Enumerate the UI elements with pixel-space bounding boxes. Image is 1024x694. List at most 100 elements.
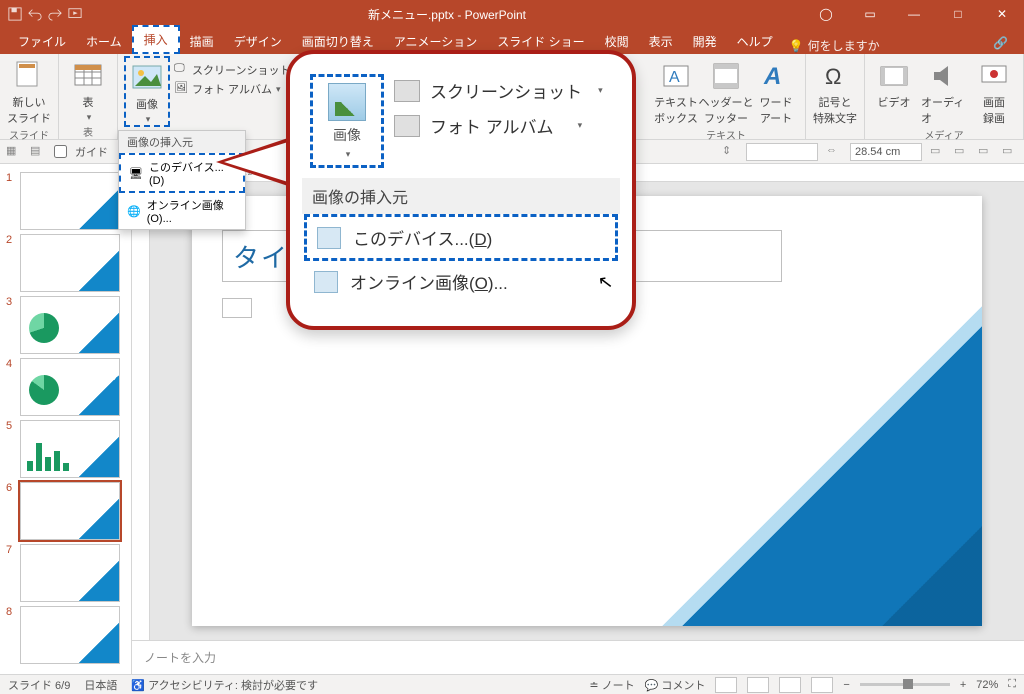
globe-icon: 🌐 [127,205,141,218]
align-icon-2[interactable]: ▭ [954,144,970,160]
group-text: Aテキスト ボックス ヘッダーと フッター Aワード アート テキスト [647,54,806,139]
zoom-level[interactable]: 72% [976,679,998,691]
accessibility-status[interactable]: ♿ アクセシビリティ: 検討が必要です [131,677,318,693]
comments-button[interactable]: 💬 コメント [645,677,706,693]
width-icon: ⇔ [826,144,842,160]
mouse-cursor-icon: ↖ [597,271,615,294]
device-icon: 🖥 [129,167,143,180]
notes-pane[interactable]: ノートを入力 [132,640,1024,674]
title-bar: 新メニュー.pptx - PowerPoint ◯ ▭ — □ ✕ [0,0,1024,28]
group-media: ビデオ オーディオ 画面 録画 メディア [865,54,1024,139]
thumbnail-2[interactable] [20,234,120,292]
reading-view-button[interactable] [779,677,801,693]
tab-help[interactable]: ヘルプ [727,29,783,54]
omega-icon: Ω [819,60,851,92]
screen-recording-button[interactable]: 画面 録画 [971,56,1017,126]
header-footer-button[interactable]: ヘッダーと フッター [703,56,749,126]
sorter-view-button[interactable] [747,677,769,693]
insert-online-pictures[interactable]: 🌐オンライン画像(O)... [119,193,245,229]
screen-recording-icon [978,60,1010,92]
new-slide-button[interactable]: 新しい スライド [6,56,52,126]
fit-to-window[interactable]: ⛶ [1008,678,1016,691]
device-icon [317,227,341,249]
thumbnail-7[interactable] [20,544,120,602]
photo-album-icon: 🖼 [174,81,190,97]
callout-online-pictures[interactable]: オンライン画像(O)... [304,261,618,302]
group-slides: 新しい スライド スライド [0,54,59,139]
save-icon[interactable] [8,7,22,21]
callout-menu-header: 画像の挿入元 [302,178,620,214]
callout-this-device[interactable]: このデバイス...(D) [304,214,618,261]
notes-button[interactable]: ≐ ノート [589,677,634,693]
minimize-button[interactable]: — [892,0,936,28]
wordart-icon: A [760,60,792,92]
textbox-button[interactable]: Aテキスト ボックス [653,56,699,126]
zoom-slider[interactable] [860,683,950,686]
slideshow-view-button[interactable] [811,677,833,693]
thumbnail-1[interactable] [20,172,120,230]
height-input[interactable] [746,143,818,161]
picture-icon [328,83,366,121]
tab-draw[interactable]: 描画 [180,29,224,54]
undo-icon[interactable] [28,7,42,21]
tab-developer[interactable]: 開発 [683,29,727,54]
video-button[interactable]: ビデオ [871,56,917,110]
thumbnail-4[interactable] [20,358,120,416]
close-button[interactable]: ✕ [980,0,1024,28]
table-button[interactable]: 表▾ [65,56,111,123]
thumbnail-8[interactable] [20,606,120,664]
document-title: 新メニュー.pptx - PowerPoint [90,6,804,23]
tell-me[interactable]: 💡何をしますか [789,37,880,54]
callout-picture-button[interactable]: 画像▾ [310,74,384,168]
tab-view[interactable]: 表示 [639,29,683,54]
start-slideshow-icon[interactable] [68,7,82,21]
thumbnail-5[interactable] [20,420,120,478]
thumbnail-3[interactable] [20,296,120,354]
callout-screenshot[interactable]: スクリーンショット▾ [394,78,603,103]
align-icon-4[interactable]: ▭ [1002,144,1018,160]
language-indicator[interactable]: 日本語 [84,677,117,693]
tab-file[interactable]: ファイル [8,29,76,54]
maximize-button[interactable]: □ [936,0,980,28]
wordart-button[interactable]: Aワード アート [753,56,799,126]
grid-icon[interactable]: ▦ [6,144,22,160]
slide-thumbnails: 1 2 3 4 5 6 7 8 [0,164,132,674]
screenshot-button[interactable]: 🖵スクリーンショット▾ [174,62,299,78]
guide-checkbox[interactable] [54,145,67,158]
align-icon-3[interactable]: ▭ [978,144,994,160]
grid-icon-2[interactable]: ▤ [30,144,46,160]
tab-design[interactable]: デザイン [224,29,292,54]
redo-icon[interactable] [48,7,62,21]
align-icon[interactable]: ▭ [930,144,946,160]
photo-album-icon [394,115,420,137]
thumbnail-6[interactable] [20,482,120,540]
symbol-button[interactable]: Ω記号と 特殊文字 [812,56,858,126]
video-icon [878,60,910,92]
share-button[interactable]: 🔗 [985,32,1016,54]
svg-text:A: A [763,63,781,90]
window-controls: ◯ ▭ — □ ✕ [804,0,1024,28]
picture-button[interactable]: 画像▾ [124,56,170,127]
zoom-in[interactable]: + [960,679,966,691]
account-icon[interactable]: ◯ [804,0,848,28]
tab-insert[interactable]: 挿入 [132,25,180,54]
photo-album-button[interactable]: 🖼フォト アルバム▾ [174,81,299,97]
content-placeholder[interactable] [222,298,252,318]
picture-icon [131,62,163,94]
height-icon: ⇕ [722,144,738,160]
width-input[interactable]: 28.54 cm [850,143,922,161]
tutorial-callout: 画像▾ スクリーンショット▾ フォト アルバム▾ 画像の挿入元 このデバイス..… [286,50,636,330]
svg-text:A: A [669,69,680,86]
audio-button[interactable]: オーディオ [921,56,967,126]
ribbon-display-options[interactable]: ▭ [848,0,892,28]
callout-photo-album[interactable]: フォト アルバム▾ [394,113,603,138]
screenshot-icon: 🖵 [174,62,190,78]
globe-icon [314,271,338,293]
textbox-icon: A [660,60,692,92]
screenshot-icon [394,80,420,102]
group-images: 画像▾ 🖵スクリーンショット▾ 🖼フォト アルバム▾ [118,54,306,139]
normal-view-button[interactable] [715,677,737,693]
svg-text:Ω: Ω [825,64,841,89]
zoom-out[interactable]: − [843,679,849,691]
tab-home[interactable]: ホーム [76,29,132,54]
